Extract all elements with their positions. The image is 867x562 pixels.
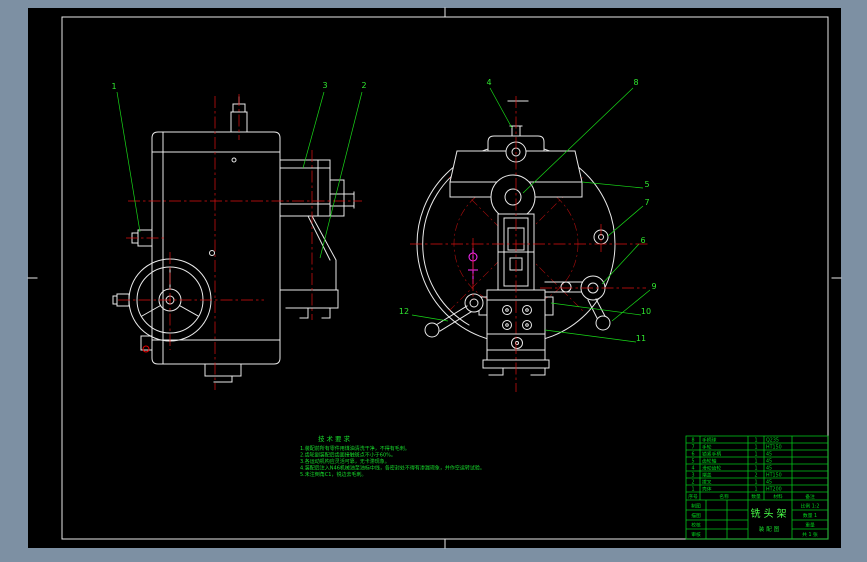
bom-cell: 滑动齿轮: [702, 465, 721, 472]
callout-9: 9: [651, 282, 656, 291]
bom-cell: 齿轮轴: [702, 458, 717, 465]
bom-cell: 2: [691, 480, 694, 486]
sign-row-label: 制图: [691, 503, 701, 510]
bom-cell: 3: [691, 473, 694, 479]
bom-cell: 7: [691, 445, 694, 451]
bom-cell: 1: [754, 445, 757, 451]
bom-cell: 拨叉: [702, 479, 712, 486]
callout-4: 4: [486, 78, 491, 87]
note-line: 1.装配前所有零件用煤油清洗干净，不得有毛刺。: [300, 445, 410, 452]
callout-8: 8: [633, 78, 638, 87]
bom-cell: 45: [766, 480, 772, 486]
bom-cell: 6: [691, 452, 694, 458]
bom-cell: 1: [691, 487, 694, 493]
info-cell: 重量: [805, 522, 815, 529]
note-line: 2.齿轮副装配后齿面接触斑点不小于60%。: [300, 452, 396, 459]
bom-cell: 手柄球: [702, 437, 717, 444]
callout-11: 11: [636, 334, 646, 343]
bom-cell: 1: [754, 487, 757, 493]
drawing-title: 铣头架: [751, 507, 790, 520]
bom-cell: 45: [766, 459, 772, 465]
bom-header-cell: 数量: [751, 493, 761, 500]
info-cell: 共 1 张: [802, 531, 818, 538]
callout-12: 12: [399, 307, 409, 316]
bom-cell: 1: [754, 480, 757, 486]
bore-circle: [490, 174, 536, 220]
bom-cell: 45: [766, 452, 772, 458]
bom-header-cell: 名称: [719, 493, 729, 500]
bom-cell: Q235: [766, 438, 779, 444]
info-cell: 数量 1: [803, 512, 817, 519]
engineering-drawing: 1 3 2 4 8 5 7 6 9 10 11 12 技术要求 1.装配前所有零…: [0, 0, 867, 562]
note-line: 5.未注倒角C1，锐边去毛刺。: [300, 471, 366, 478]
note-line: 3.各运动机构应灵活可靠，无卡滞现象。: [300, 458, 390, 465]
bom-cell: HT150: [766, 473, 782, 479]
bom-cell: 手轮: [702, 444, 712, 451]
callout-10: 10: [641, 307, 651, 316]
bom-cell: 5: [691, 459, 694, 465]
sign-row-label: 描图: [691, 512, 701, 519]
callout-5: 5: [644, 180, 649, 189]
bom-cell: 1: [754, 466, 757, 472]
bom-cell: 1: [754, 452, 757, 458]
bom-header-cell: 序号: [688, 493, 698, 500]
bom-cell: 2: [754, 473, 757, 479]
note-line: 4.装配后注入N46机械油至油标中线，各密封处不得有渗漏现象，并作空运转试验。: [300, 465, 485, 472]
bom-cell: 1: [754, 459, 757, 465]
bom-cell: HT200: [766, 487, 782, 493]
bom-header-cell: 备注: [805, 493, 815, 500]
info-cell: 比例 1:2: [801, 503, 820, 510]
bom-cell: 4: [691, 466, 694, 472]
callout-6: 6: [640, 236, 645, 245]
sign-row-label: 审核: [691, 531, 701, 538]
cad-canvas[interactable]: 1 3 2 4 8 5 7 6 9 10 11 12 技术要求 1.装配前所有零…: [0, 0, 867, 562]
callout-1: 1: [111, 82, 116, 91]
callout-3: 3: [322, 81, 327, 90]
drawing-subtitle: 装配图: [759, 525, 782, 533]
bom-cell: 8: [691, 438, 694, 444]
bom-cell: 壳体: [702, 486, 712, 493]
notes-heading: 技术要求: [318, 434, 352, 443]
sign-row-label: 校核: [691, 522, 701, 529]
bom-cell: 45: [766, 466, 772, 472]
bom-header-cell: 材料: [773, 493, 783, 500]
bom-cell: HT150: [766, 445, 782, 451]
bom-cell: 锁紧手柄: [702, 451, 721, 458]
callout-7: 7: [644, 198, 649, 207]
callout-2: 2: [361, 81, 366, 90]
bom-cell: 端盖: [702, 472, 712, 479]
bom-cell: 1: [754, 438, 757, 444]
